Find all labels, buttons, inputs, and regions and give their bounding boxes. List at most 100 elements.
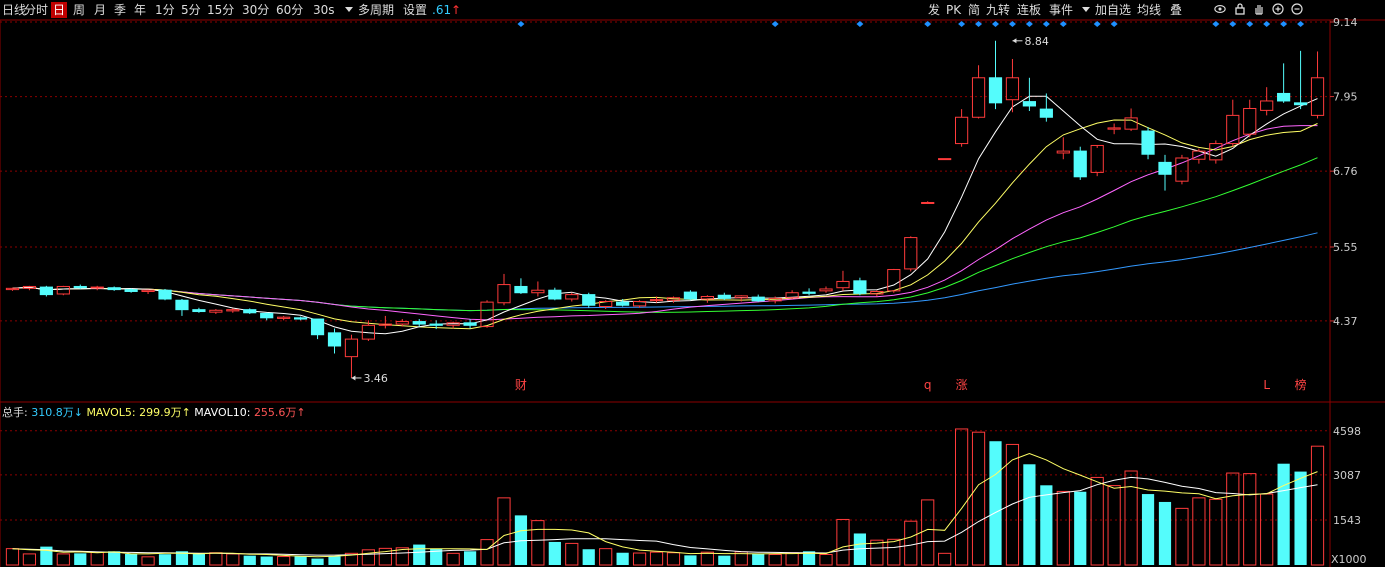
candle-body [327,332,342,347]
event-label: 财 [515,378,527,392]
price-tick-label: 5.55 [1333,241,1358,254]
candle-body [649,299,664,302]
volume-bar [311,558,324,565]
candle-body [56,285,70,295]
volume-bar [531,520,545,566]
candle-body [802,291,816,294]
candle-body [260,312,274,319]
volume-bar [666,552,681,566]
volume-bar [1310,445,1325,566]
volume-title: 总手: [2,406,28,419]
volume-bar [1226,472,1240,566]
candle-body [683,291,698,300]
candle-body [548,289,562,300]
volume-bar [632,552,647,566]
event-marker-icon [1263,21,1271,27]
volume-bar [209,552,223,566]
mavol5-line [12,452,1318,558]
volume-tick-label: 4598 [1333,425,1361,438]
candle-body [192,309,206,313]
event-marker-icon [958,21,966,27]
volume-bar [1141,494,1155,565]
volume-bar [870,539,884,566]
candle-body [158,289,172,300]
candle-body [819,288,833,292]
moving-average-lines [12,95,1318,335]
annotation-arrow [351,375,356,381]
volume-bar [5,548,20,566]
volume-bar [1175,507,1189,566]
price-annotations: 8.84 3.46 [351,35,1049,385]
event-marker-icon [992,21,999,27]
event-marker-icon [1297,21,1305,27]
candle-body [1056,150,1070,154]
volume-bar [1090,476,1104,566]
volume-bar [989,441,1002,565]
volume-bar [1074,491,1087,565]
volume-bar [599,548,613,566]
annotation-label: 8.84 [1024,35,1049,48]
candle-body [1277,92,1291,102]
volume-bar [125,553,138,565]
candle-body [853,280,867,294]
candle-body [497,284,511,304]
candle-body [5,287,20,291]
mavol10-value: 255.6万↑ [253,406,306,419]
candlestick-series [5,40,1325,378]
volume-bar-series [5,428,1325,566]
candle-body [1039,108,1053,118]
event-labels[interactable]: 财q涨L榜 [515,377,1307,392]
candle-body [751,296,765,302]
volume-bar [446,552,460,566]
candle-body [1090,144,1104,173]
event-marker-icon [1212,21,1220,27]
candle-body [988,77,1003,104]
candle-body [1141,130,1155,155]
candle-body [514,285,528,294]
volume-bar [1277,463,1290,565]
event-label: 榜 [1295,377,1307,392]
volume-bar [463,551,477,565]
volume-bar [1023,464,1036,565]
kline-chart[interactable]: 财 q 涨 L 榜 8.84 3.46 9.14 7.95 6.76 5.55 4.37 4598… [0,0,1385,567]
candle-body [1293,102,1308,106]
volume-bar [565,542,579,566]
candle-body [209,309,223,313]
volume-bar [277,556,291,566]
event-marker-icon [1093,21,1101,27]
ma60-line [12,232,1318,312]
volume-bar [413,544,426,565]
volume-bar [1005,443,1020,566]
volume-bar [1260,493,1274,566]
volume-tick-label: 1543 [1333,514,1361,527]
event-marker-icon [517,21,525,27]
price-tick-label: 9.14 [1333,16,1358,29]
event-marker-icon [1246,21,1254,27]
volume-axis: 4598 3087 1543 X1000 [1331,425,1367,566]
volume-bar [752,553,765,565]
volume-ma-lines [12,452,1318,558]
candle-body [243,309,257,314]
ma30-line [12,157,1318,313]
volume-bar [819,553,833,566]
mavol10-label: MAVOL10: [194,406,251,419]
candle-body [938,158,952,161]
volume-bar [938,552,952,566]
candle-body [921,201,935,204]
candle-body [107,287,121,291]
volume-bar [1107,485,1121,566]
candle-body [734,295,748,299]
mavol5-label: MAVOL5: [86,406,136,419]
candle-body [395,321,409,325]
ma20-line [12,125,1318,321]
volume-bar [497,497,511,566]
volume-bar [1294,471,1307,565]
candle-body [124,289,138,292]
volume-bar [294,556,307,565]
candle-body [1158,161,1172,175]
volume-bar [1056,490,1070,566]
mavol10-line [12,476,1318,556]
annotation-arrow [1012,38,1017,44]
mavol5-value: 299.9万↑ [139,406,191,419]
volume-bar [108,551,121,565]
